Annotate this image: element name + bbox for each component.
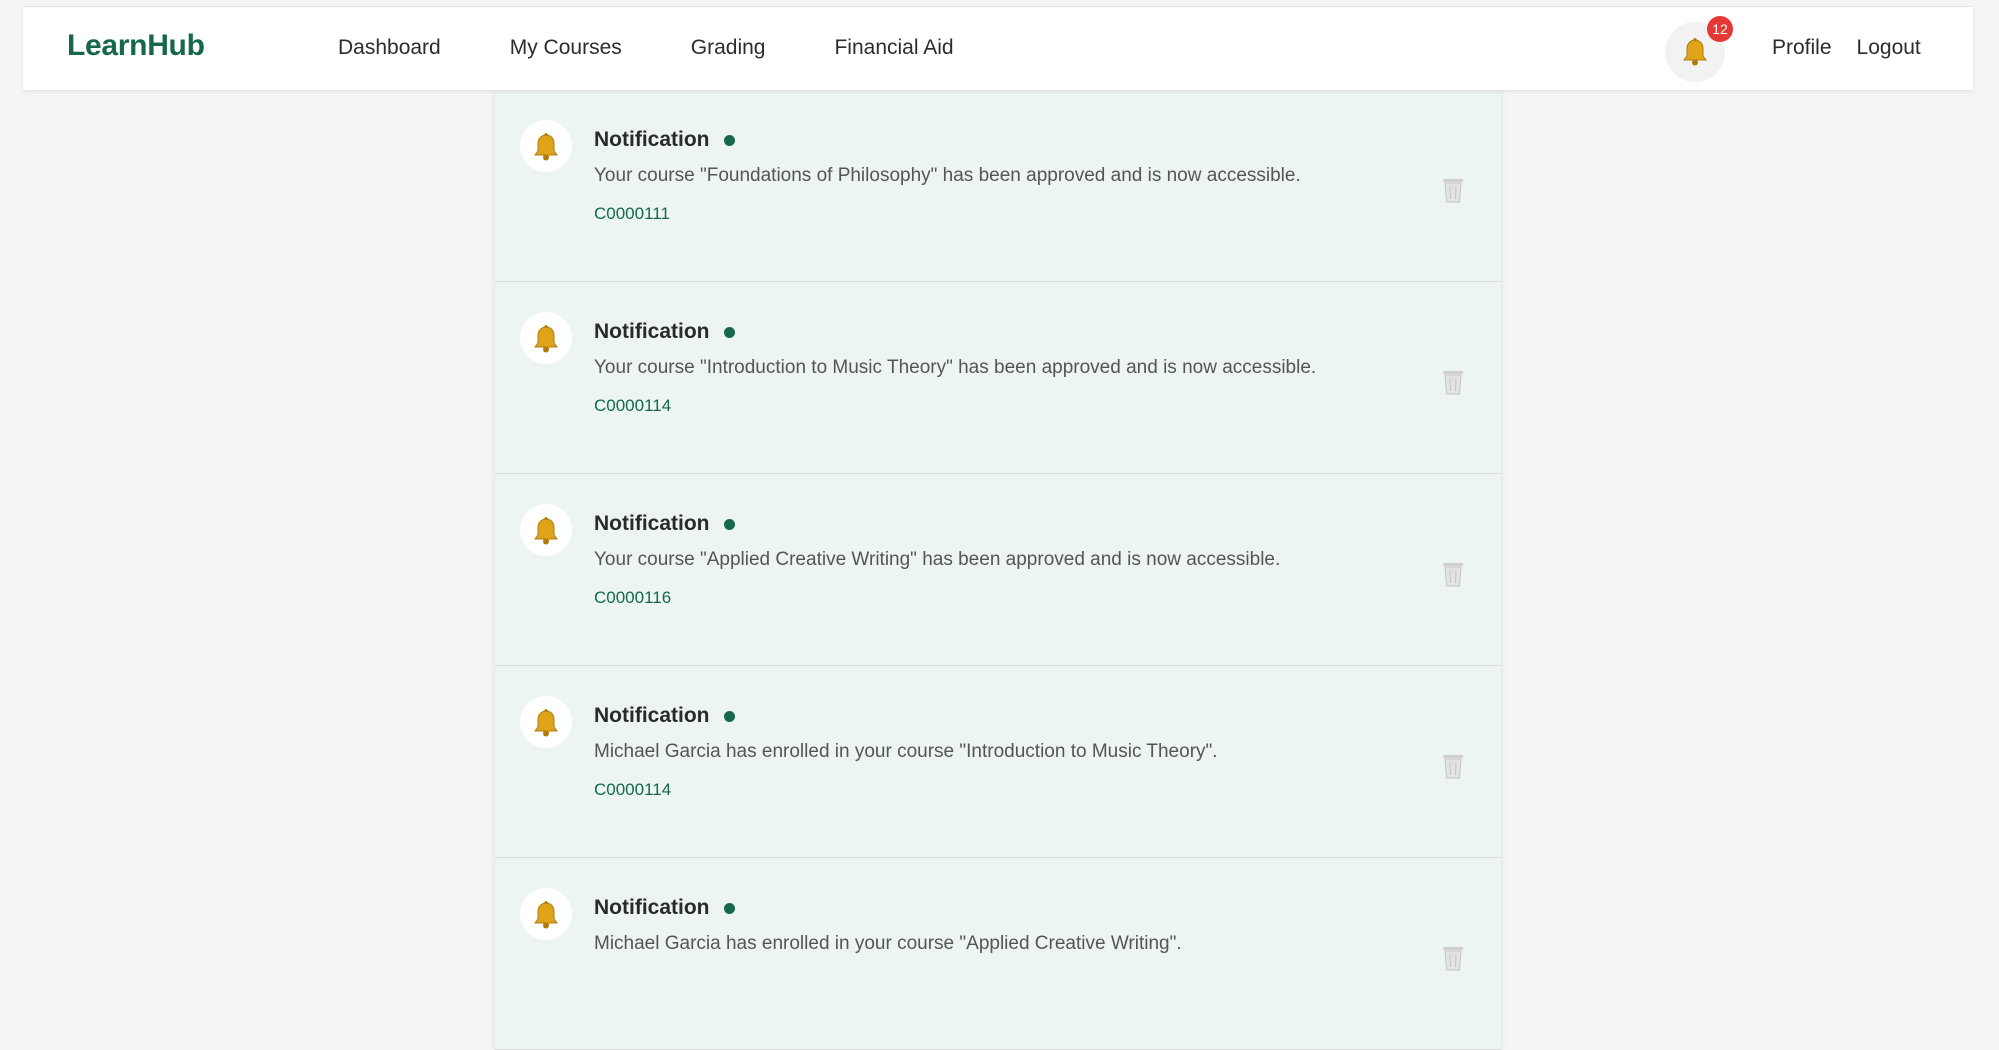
notification-item[interactable]: Notification Your course "Introduction t… [495,282,1501,474]
notification-title: Notification [594,704,710,727]
notification-icon-circle [520,120,572,172]
bell-icon [534,325,558,353]
nav-link-grading[interactable]: Grading [691,36,766,60]
notification-title: Notification [594,896,710,919]
notification-item[interactable]: Notification Your course "Foundations of… [495,90,1501,282]
nav-link-my-courses[interactable]: My Courses [510,36,622,60]
trash-icon[interactable] [1441,752,1465,780]
notification-count-badge: 12 [1707,16,1733,42]
user-nav: Profile Logout [1772,36,1921,60]
bell-icon [534,517,558,545]
course-code-link[interactable]: C0000116 [594,588,671,608]
trash-icon[interactable] [1441,560,1465,588]
notification-message: Your course "Introduction to Music Theor… [594,357,1317,378]
unread-indicator [724,519,735,530]
unread-indicator [724,711,735,722]
notification-message: Michael Garcia has enrolled in your cour… [594,741,1218,762]
course-code-link[interactable]: C0000111 [594,204,670,224]
trash-icon[interactable] [1441,368,1465,396]
profile-link[interactable]: Profile [1772,36,1832,60]
nav-link-financial-aid[interactable]: Financial Aid [834,36,953,60]
notification-item[interactable]: Notification Michael Garcia has enrolled… [495,666,1501,858]
main-nav: Dashboard My Courses Grading Financial A… [338,36,1023,60]
unread-indicator [724,903,735,914]
bell-icon [534,709,558,737]
unread-indicator [724,135,735,146]
notification-item[interactable]: Notification Your course "Applied Creati… [495,474,1501,666]
logout-link[interactable]: Logout [1857,36,1921,60]
brand-logo[interactable]: LearnHub [67,29,205,63]
notification-icon-circle [520,504,572,556]
nav-link-dashboard[interactable]: Dashboard [338,36,441,60]
notification-icon-circle [520,312,572,364]
notification-icon-circle [520,888,572,940]
bell-icon [1683,38,1707,66]
top-navbar: LearnHub Dashboard My Courses Grading Fi… [23,6,1973,90]
notification-item[interactable]: Notification Michael Garcia has enrolled… [495,858,1501,1050]
bell-icon [534,133,558,161]
notification-title: Notification [594,320,710,343]
bell-icon [534,901,558,929]
unread-indicator [724,327,735,338]
trash-icon[interactable] [1441,176,1465,204]
notification-message: Michael Garcia has enrolled in your cour… [594,933,1182,954]
notification-message: Your course "Foundations of Philosophy" … [594,165,1301,186]
trash-icon[interactable] [1441,944,1465,972]
notification-icon-circle [520,696,572,748]
course-code-link[interactable]: C0000114 [594,396,671,416]
notification-title: Notification [594,128,710,151]
notification-list: Notification Your course "Foundations of… [495,90,1501,1050]
course-code-link[interactable]: C0000114 [594,780,671,800]
notification-message: Your course "Applied Creative Writing" h… [594,549,1281,570]
notification-title: Notification [594,512,710,535]
